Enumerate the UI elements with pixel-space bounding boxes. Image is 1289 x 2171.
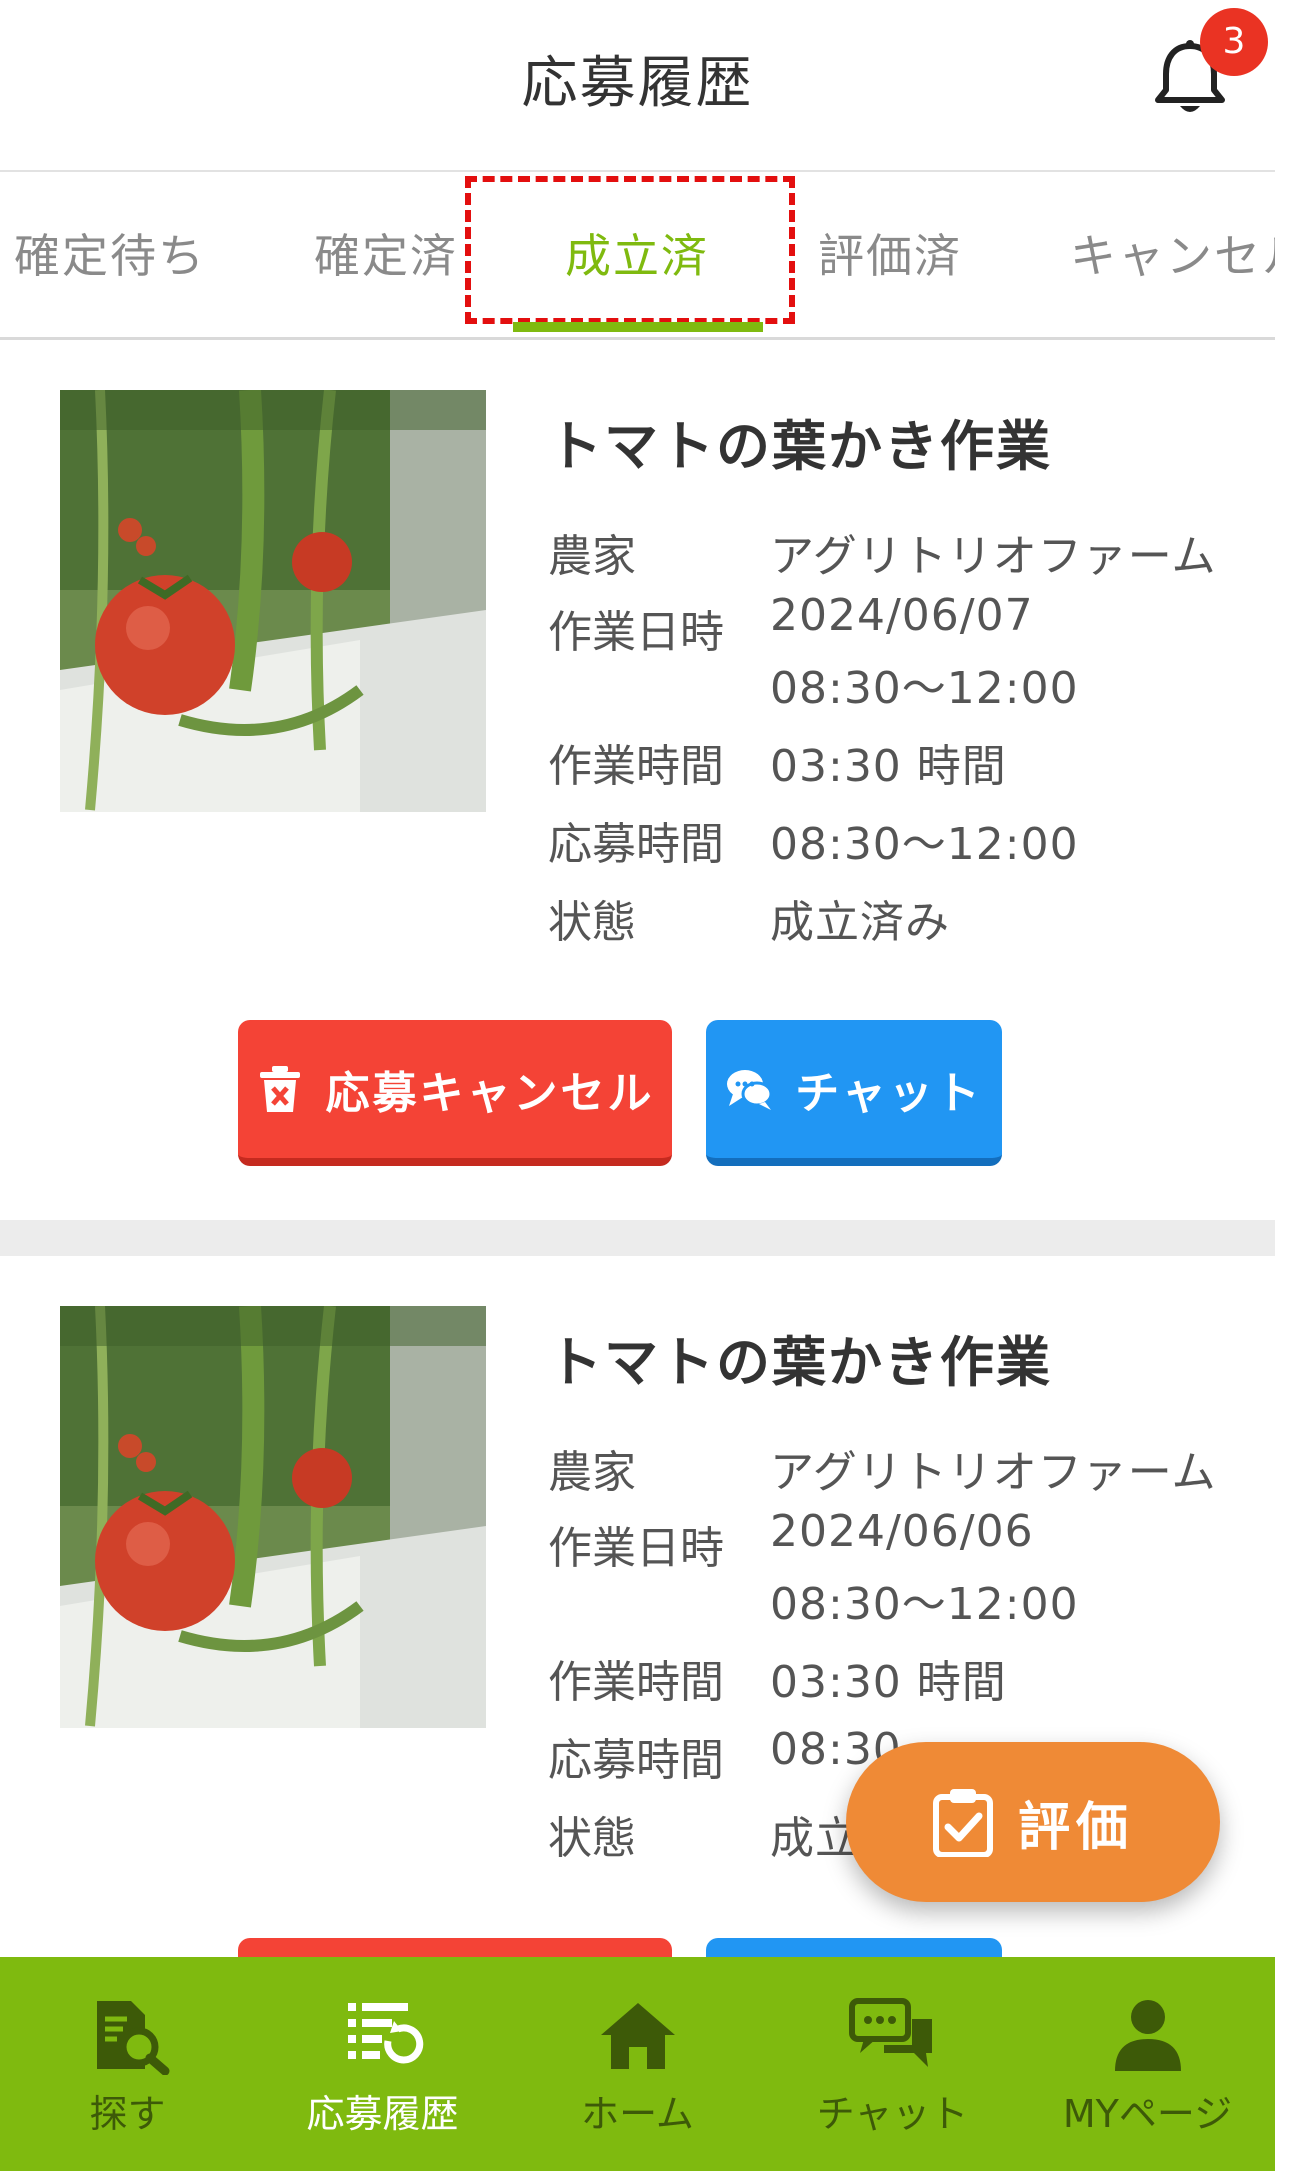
- nav-label: 応募履歴: [306, 2092, 459, 2136]
- card-separator: [0, 1220, 1275, 1256]
- nav-item-search[interactable]: 探す: [0, 1957, 255, 2171]
- cancel-button-label: 応募キャンセル: [325, 1068, 655, 1119]
- apply-time-label: 応募時間: [548, 1735, 724, 1786]
- cancel-application-button[interactable]: 応募キャンセル: [238, 1020, 672, 1166]
- nav-item-history[interactable]: 応募履歴: [255, 1957, 510, 2171]
- chat-bubbles-icon: [848, 1998, 932, 2067]
- status-tabs: 確定待ち 確定済 成立済 評価済 キャンセル: [0, 174, 1275, 340]
- tab-pending[interactable]: 確定待ち: [14, 220, 206, 286]
- nav-label: MYページ: [1062, 2092, 1233, 2136]
- user-icon: [1114, 2000, 1181, 2071]
- work-date-value: 2024/06/07: [770, 590, 1034, 641]
- evaluate-button-label: 評価: [1017, 1797, 1134, 1858]
- job-photo: [60, 390, 486, 812]
- farmer-label: 農家: [548, 1447, 636, 1498]
- work-date-value: 2024/06/06: [770, 1506, 1034, 1557]
- farmer-value: アグリトリオファーム: [770, 531, 1217, 582]
- trash-icon: [259, 1066, 300, 1112]
- job-card[interactable]: トマトの葉かき作業 農家 アグリトリオファーム 作業日時 2024/06/07 …: [0, 340, 1275, 1220]
- work-hours-value: 03:30 時間: [770, 741, 1007, 792]
- job-photo: [60, 1306, 486, 1728]
- farmer-label: 農家: [548, 531, 636, 582]
- app-screen: 応募履歴 3 確定待ち 確定済 成立済 評価済 キャンセル: [0, 0, 1275, 2171]
- chat-button[interactable]: チャット: [706, 1020, 1002, 1166]
- history-list-icon: [347, 2003, 423, 2064]
- job-title: トマトの葉かき作業: [548, 415, 1052, 478]
- page-title: 応募履歴: [521, 51, 754, 116]
- work-date-label: 作業日時: [548, 607, 724, 658]
- work-hours-label: 作業時間: [548, 1657, 724, 1708]
- status-label: 状態: [548, 1813, 636, 1864]
- nav-label: チャット: [816, 2092, 969, 2136]
- tab-confirmed[interactable]: 確定済: [314, 220, 458, 286]
- nav-label: 探す: [89, 2092, 166, 2136]
- work-hours-value: 03:30 時間: [770, 1657, 1007, 1708]
- status-label: 状態: [548, 897, 636, 948]
- status-value: 成立済み: [770, 897, 950, 948]
- farmer-value: アグリトリオファーム: [770, 1447, 1217, 1498]
- bottom-navigation: 探す 応募履歴 ホーム チャット MYページ: [0, 1957, 1275, 2171]
- header: 応募履歴 3: [0, 0, 1275, 172]
- tab-evaluated[interactable]: 評価済: [818, 220, 962, 286]
- search-document-icon: [96, 2001, 169, 2075]
- home-icon: [600, 2003, 675, 2069]
- nav-item-mypage[interactable]: MYページ: [1020, 1957, 1275, 2171]
- work-time-range: 08:30〜12:00: [770, 1579, 1079, 1630]
- tab-completed[interactable]: 成立済: [565, 220, 709, 286]
- evaluate-button[interactable]: 評価: [846, 1742, 1220, 1902]
- tab-cancelled[interactable]: キャンセル: [1070, 220, 1275, 286]
- nav-item-chat[interactable]: チャット: [765, 1957, 1020, 2171]
- job-title: トマトの葉かき作業: [548, 1331, 1052, 1394]
- work-date-label: 作業日時: [548, 1523, 724, 1574]
- chat-button-label: チャット: [795, 1068, 983, 1119]
- notification-badge: 3: [1200, 8, 1268, 76]
- nav-item-home[interactable]: ホーム: [510, 1957, 765, 2171]
- work-hours-label: 作業時間: [548, 741, 724, 792]
- apply-time-value: 08:30〜12:00: [770, 819, 1079, 870]
- nav-label: ホーム: [581, 2092, 694, 2136]
- chat-icon: [727, 1070, 773, 1110]
- clipboard-check-icon: [932, 1789, 993, 1857]
- work-time-range: 08:30〜12:00: [770, 663, 1079, 714]
- apply-time-label: 応募時間: [548, 819, 724, 870]
- active-tab-indicator: [513, 322, 763, 332]
